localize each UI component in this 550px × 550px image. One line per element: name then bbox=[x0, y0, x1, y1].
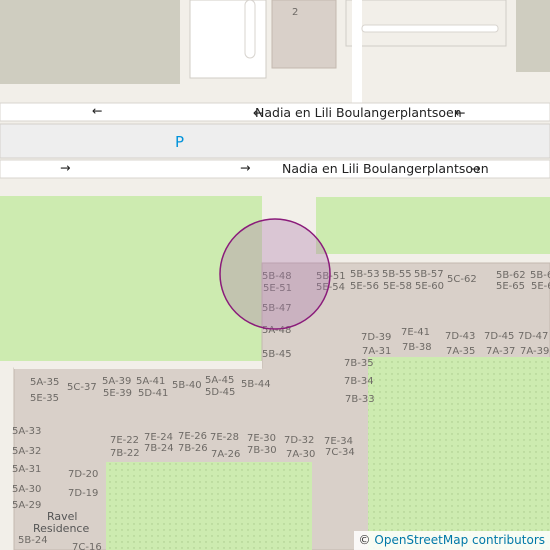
unit-label: 5B-6 bbox=[530, 270, 550, 281]
oneway-arrow: ← bbox=[92, 103, 102, 118]
unit-label: 5B-24 bbox=[18, 535, 48, 546]
courtyard-bottom bbox=[106, 462, 312, 550]
parking-area[interactable] bbox=[0, 123, 550, 159]
unit-label: 5B-57 bbox=[414, 269, 444, 280]
unit-label: 7B-26 bbox=[178, 443, 208, 454]
top-footpath bbox=[244, 0, 256, 59]
building-2 bbox=[271, 0, 337, 69]
street-label-lower[interactable]: Nadia en Lili Boulangerplantsoen bbox=[282, 161, 489, 176]
unit-label: 7D-20 bbox=[68, 469, 98, 480]
unit-label: 5E-58 bbox=[383, 281, 412, 292]
unit-label: 5A-35 bbox=[30, 377, 59, 388]
unit-label: 7B-33 bbox=[345, 394, 375, 405]
unit-label: 5C-62 bbox=[447, 274, 477, 285]
top-right-field bbox=[516, 0, 550, 72]
unit-label: 7D-47 bbox=[518, 331, 548, 342]
unit-label: 7A-39 bbox=[520, 346, 549, 357]
unit-label: 7A-26 bbox=[211, 449, 240, 460]
unit-label: 5B-53 bbox=[350, 269, 380, 280]
map-attribution: © OpenStreetMap contributors bbox=[353, 531, 550, 550]
oneway-arrow: → bbox=[60, 160, 70, 175]
unit-label: 7E-41 bbox=[401, 327, 430, 338]
oneway-arrow: → bbox=[240, 160, 250, 175]
unit-label: 7C-34 bbox=[325, 447, 355, 458]
unit-label: 5B-44 bbox=[241, 379, 271, 390]
unit-label: 7A-30 bbox=[286, 449, 315, 460]
unit-label: 7A-37 bbox=[486, 346, 515, 357]
unit-label: 5A-33 bbox=[12, 426, 41, 437]
unit-label: 7E-34 bbox=[324, 436, 353, 447]
unit-label: 7E-24 bbox=[144, 432, 173, 443]
courtyard-right bbox=[368, 357, 550, 550]
unit-label: 7E-30 bbox=[247, 433, 276, 444]
unit-label: 5A-39 bbox=[102, 376, 131, 387]
unit-label: 5B-55 bbox=[382, 269, 412, 280]
unit-label: 5A-30 bbox=[12, 484, 41, 495]
unit-label: 5A-29 bbox=[12, 500, 41, 511]
unit-label: 5B-62 bbox=[496, 270, 526, 281]
unit-label: 7C-16 bbox=[72, 542, 102, 550]
parking-label: P bbox=[175, 133, 184, 151]
unit-label: 5A-41 bbox=[136, 376, 165, 387]
unit-label: 7B-34 bbox=[344, 376, 374, 387]
unit-label: 5D-45 bbox=[205, 387, 235, 398]
top-right-lot bbox=[345, 0, 507, 47]
unit-label: 5B-40 bbox=[172, 380, 202, 391]
unit-label: 7D-43 bbox=[445, 331, 475, 342]
unit-label: 7D-39 bbox=[361, 332, 391, 343]
unit-label: 5B-45 bbox=[262, 349, 292, 360]
building-name-line2: Residence bbox=[33, 522, 89, 535]
unit-label: 5E-60 bbox=[415, 281, 444, 292]
oneway-arrow: → bbox=[470, 161, 480, 176]
unit-label: 5A-45 bbox=[205, 375, 234, 386]
house-number: 2 bbox=[292, 7, 298, 18]
unit-label: 7D-32 bbox=[284, 435, 314, 446]
oneway-arrow: ← bbox=[253, 105, 263, 120]
unit-label: 7D-45 bbox=[484, 331, 514, 342]
top-vertical-path bbox=[352, 0, 362, 110]
unit-label: 7A-35 bbox=[446, 346, 475, 357]
oneway-arrow: ← bbox=[455, 105, 465, 120]
location-radius-circle[interactable] bbox=[219, 218, 331, 330]
unit-label: 5E-6 bbox=[531, 281, 550, 292]
unit-label: 5E-65 bbox=[496, 281, 525, 292]
unit-label: 7D-19 bbox=[68, 488, 98, 499]
building-edge bbox=[14, 361, 262, 369]
unit-label: 5C-37 bbox=[67, 382, 97, 393]
street-label-upper[interactable]: Nadia en Lili Boulangerplantsoen bbox=[255, 105, 462, 120]
map-canvas[interactable]: 2 ← Nadia en Lili Boulangerplantsoen ← ←… bbox=[0, 0, 550, 550]
osm-contributors-link[interactable]: OpenStreetMap contributors bbox=[374, 533, 545, 547]
unit-label: 5A-31 bbox=[12, 464, 41, 475]
grass-right bbox=[316, 197, 550, 254]
unit-label: 5E-56 bbox=[350, 281, 379, 292]
unit-label: 5A-32 bbox=[12, 446, 41, 457]
unit-label: 7A-31 bbox=[362, 346, 391, 357]
unit-label: 7E-26 bbox=[178, 431, 207, 442]
unit-label: 7B-30 bbox=[247, 445, 277, 456]
unit-label: 5E-39 bbox=[103, 388, 132, 399]
top-left-field bbox=[0, 0, 180, 84]
unit-label: 7B-38 bbox=[402, 342, 432, 353]
unit-label: 7B-22 bbox=[110, 448, 140, 459]
unit-label: 7B-24 bbox=[144, 443, 174, 454]
unit-label: 7E-28 bbox=[210, 432, 239, 443]
copyright-symbol: © bbox=[358, 533, 371, 547]
top-horizontal-path bbox=[361, 24, 499, 33]
unit-label: 5D-41 bbox=[138, 388, 168, 399]
unit-label: 7E-22 bbox=[110, 435, 139, 446]
unit-label: 5E-35 bbox=[30, 393, 59, 404]
unit-label: 7B-35 bbox=[344, 358, 374, 369]
